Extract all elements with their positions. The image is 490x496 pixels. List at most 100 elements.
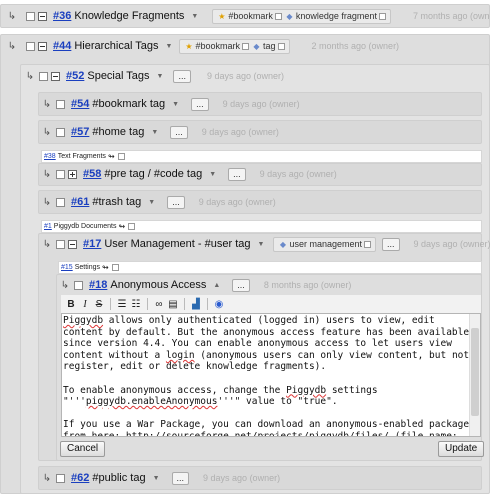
more-button[interactable]: ... [171,471,190,485]
update-button[interactable]: Update [438,441,485,457]
fragment-title: Hierarchical Tags [74,40,159,52]
select-checkbox[interactable] [56,99,65,109]
tag-chip[interactable]: ◆ tag [252,41,285,51]
chevron-down-icon[interactable]: ▼ [157,73,164,80]
relation-arrow-icon[interactable]: ↳ [24,71,36,82]
bold-button[interactable]: B [64,299,78,310]
more-button[interactable]: ... [191,97,209,111]
fragment-id-link[interactable]: #52 [66,70,84,82]
tag-chip[interactable]: ◆ knowledge fragment [285,11,386,21]
select-checkbox[interactable] [56,239,65,249]
chevron-down-icon[interactable]: ▼ [153,475,160,482]
fragment-meta: 9 days ago (owner) [206,71,285,81]
tag-label: tag [263,41,276,51]
tag-label: #bookmark [228,11,273,21]
italic-button[interactable]: I [78,299,92,310]
collapse-toggle[interactable] [38,41,47,51]
select-checkbox[interactable] [74,280,83,290]
fragment-id-link[interactable]: #44 [53,40,71,52]
scrollbar-thumb[interactable] [471,328,479,416]
collapse-toggle[interactable] [38,11,47,21]
remove-group-icon[interactable] [111,264,119,271]
fragment-id-link[interactable]: #58 [83,168,101,180]
remove-group-icon[interactable] [128,223,136,230]
relation-arrow-icon[interactable]: ↳ [6,11,18,22]
chevron-down-icon[interactable]: ▼ [172,101,179,108]
select-checkbox[interactable] [39,71,48,81]
relation-arrow-icon[interactable]: ↳ [41,197,53,208]
chevron-down-icon[interactable]: ▼ [191,13,198,20]
select-checkbox[interactable] [26,11,35,21]
select-checkbox[interactable] [56,127,65,137]
fragment-id-link[interactable]: #57 [71,126,89,138]
fragment-title: Anonymous Access [110,279,207,291]
bulleted-list-icon[interactable]: ☷ [129,299,143,310]
chevron-down-icon[interactable]: ▼ [258,241,265,248]
select-checkbox[interactable] [56,197,65,207]
toolbar-divider [147,298,148,310]
tag-chip[interactable]: ★ #bookmark [217,11,282,21]
star-icon: ★ [218,11,226,21]
tag-chip[interactable]: ◆ user management [278,239,371,249]
remove-tag-icon[interactable] [242,42,249,50]
group-label: #1 Piggydb Documents ↬ [41,220,482,233]
cancel-button[interactable]: Cancel [60,441,106,457]
vertical-scrollbar[interactable] [469,314,480,436]
fragment-id-link[interactable]: #54 [71,98,89,110]
relation-arrow-icon[interactable]: ↳ [41,127,53,138]
remove-tag-icon[interactable] [277,42,285,50]
help-icon[interactable]: ◉ [212,299,226,310]
tag-chip[interactable]: ★ #bookmark [184,41,249,51]
more-button[interactable]: ... [167,195,185,209]
more-button[interactable]: ... [381,237,400,251]
link-icon[interactable]: ∞ [152,299,166,310]
image-icon[interactable]: ▟ [189,299,203,310]
tag-list: ◆ user management [273,236,376,252]
fragment-id-link[interactable]: #17 [83,238,101,250]
relation-arrow-icon[interactable]: ↳ [41,99,53,110]
group-id-link[interactable]: #38 [44,153,56,160]
chevron-down-icon[interactable]: ▼ [209,171,216,178]
tag-label: #bookmark [195,41,240,51]
group-id-link[interactable]: #15 [61,264,73,271]
fragment-id-link[interactable]: #18 [89,279,107,291]
fragment-id-link[interactable]: #36 [53,10,71,22]
relation-arrow-icon[interactable]: ↳ [41,473,53,484]
fragment-meta: 9 days ago (owner) [222,99,300,109]
more-button[interactable]: ... [228,167,246,181]
remove-tag-icon[interactable] [378,12,386,20]
select-checkbox[interactable] [26,41,35,51]
collapse-toggle[interactable] [68,239,77,249]
relation-arrow-icon[interactable]: ↳ [41,169,53,180]
chevron-up-icon[interactable]: ▲ [213,282,220,289]
fragment-id-link[interactable]: #62 [71,472,89,484]
chevron-down-icon[interactable]: ▼ [166,43,173,50]
more-button[interactable]: ... [173,69,191,83]
relation-arrow-icon: ↬ [107,152,115,161]
tag-icon: ◆ [286,11,293,21]
select-checkbox[interactable] [56,169,65,179]
remove-tag-icon[interactable] [274,12,282,20]
group-label: #38 Text Fragments ↬ [41,150,482,163]
strikethrough-button[interactable]: S [92,299,106,310]
more-button[interactable]: ... [170,125,188,139]
toolbar-divider [110,298,111,310]
resize-grip-icon[interactable]: ⋯⋯ [262,430,280,439]
fragment-id-link[interactable]: #61 [71,196,89,208]
unlink-icon[interactable]: ▤ [166,299,180,310]
content-textarea[interactable]: Piggydb allows only authenticated (logge… [61,313,481,437]
select-checkbox[interactable] [56,473,65,483]
collapse-toggle[interactable] [51,71,60,81]
more-button[interactable]: ... [232,278,250,292]
fragment-title: Knowledge Fragments [74,10,185,22]
remove-group-icon[interactable] [117,153,125,160]
numbered-list-icon[interactable]: ☰ [115,299,129,310]
group-id-link[interactable]: #1 [44,223,52,230]
chevron-down-icon[interactable]: ▼ [148,199,155,206]
chevron-down-icon[interactable]: ▼ [151,129,158,136]
relation-arrow-icon[interactable]: ↳ [6,41,18,52]
expand-toggle[interactable] [68,169,77,179]
relation-arrow-icon[interactable]: ↳ [59,280,71,291]
relation-arrow-icon[interactable]: ↳ [41,239,53,250]
remove-tag-icon[interactable] [363,240,371,248]
